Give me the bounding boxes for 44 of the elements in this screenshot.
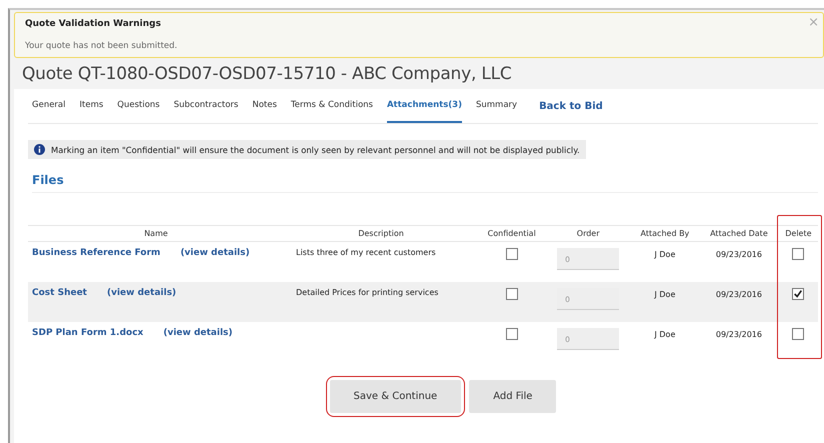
- checkbox[interactable]: [506, 248, 518, 260]
- tab[interactable]: Items: [80, 89, 104, 123]
- view-details-link[interactable]: (view details): [106, 288, 176, 298]
- description-text: Detailed Prices for printing services: [296, 288, 438, 297]
- attached-by-text: J Doe: [654, 330, 676, 339]
- back-to-bid-link[interactable]: Back to Bid: [531, 89, 603, 123]
- view-details-link[interactable]: (view details): [180, 248, 250, 258]
- column-header: Name: [28, 226, 284, 242]
- action-button[interactable]: Save & Continue: [330, 380, 462, 413]
- column-header: Attached By: [630, 226, 700, 242]
- info-icon: [34, 144, 45, 155]
- column-header: Delete: [778, 226, 818, 242]
- date-text: 09/23/2016: [716, 250, 762, 259]
- column-header: Order: [545, 226, 631, 242]
- tab[interactable]: Summary: [476, 89, 518, 123]
- attached-by-text: J Doe: [654, 250, 676, 259]
- action-button[interactable]: Add File: [469, 380, 556, 413]
- checkbox[interactable]: [792, 328, 804, 340]
- checkbox[interactable]: [506, 288, 518, 300]
- description-text: Lists three of my recent customers: [296, 248, 436, 257]
- tab[interactable]: Terms & Conditions: [290, 89, 373, 123]
- checkbox[interactable]: [792, 288, 804, 300]
- warning-title: Quote Validation Warnings: [25, 19, 162, 29]
- tab[interactable]: Questions: [117, 89, 160, 123]
- section-title: Files: [32, 173, 818, 193]
- checkbox[interactable]: [506, 328, 518, 340]
- file-link[interactable]: Business Reference Form: [32, 248, 160, 258]
- date-text: 09/23/2016: [716, 290, 762, 299]
- tab[interactable]: Attachments(3): [386, 89, 462, 123]
- column-header: Description: [284, 226, 478, 242]
- column-header: Confidential: [478, 226, 546, 242]
- checkbox[interactable]: [792, 248, 804, 260]
- view-details-link[interactable]: (view details): [163, 328, 233, 338]
- date-text: 09/23/2016: [716, 330, 762, 339]
- tab[interactable]: Subcontractors: [174, 89, 238, 123]
- info-text: Marking an item "Confidential" will ensure the document is only seen by relevant personnel and will not be displayed publicly.: [51, 144, 580, 154]
- tab[interactable]: Notes: [252, 89, 277, 123]
- file-link[interactable]: SDP Plan Form 1.docx: [32, 328, 144, 338]
- warning-message: Your quote has not been submitted.: [25, 41, 178, 51]
- file-link[interactable]: Cost Sheet: [32, 288, 87, 298]
- tab[interactable]: General: [32, 89, 66, 123]
- column-header: Attached Date: [699, 226, 779, 242]
- attached-by-text: J Doe: [654, 290, 676, 299]
- page-title: Quote QT-1080-OSD07-OSD07-15710 - ABC Company, LLC: [22, 64, 513, 84]
